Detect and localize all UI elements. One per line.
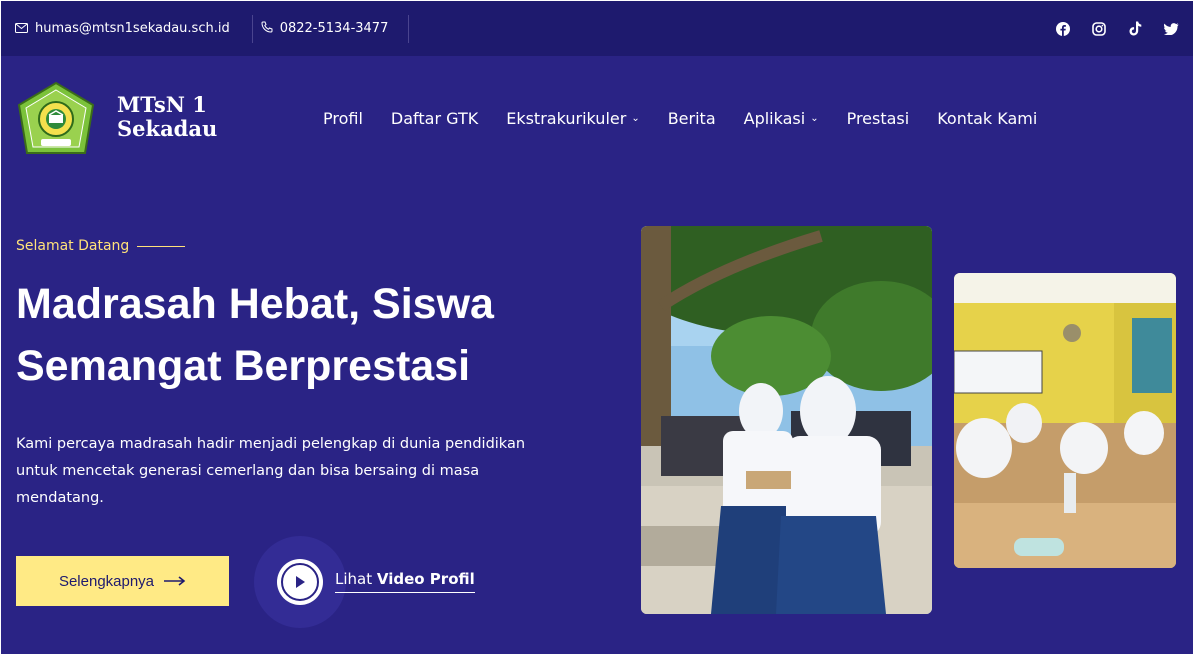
nav-label: Kontak Kami	[937, 109, 1038, 128]
email-text: humas@mtsn1sekadau.sch.id	[35, 21, 230, 36]
play-button-circle	[277, 559, 323, 605]
nav-prestasi[interactable]: Prestasi	[847, 109, 910, 128]
phone-contact[interactable]: 0822-5134-3477	[251, 14, 410, 43]
school-logo[interactable]	[15, 81, 97, 161]
chevron-down-icon: ⌄	[631, 113, 640, 124]
mail-icon	[15, 22, 28, 36]
nav-label: Ekstrakurikuler	[506, 109, 627, 128]
chevron-down-icon: ⌄	[810, 113, 819, 124]
play-video-button[interactable]	[254, 536, 346, 628]
brand-line-1: MTsN 1	[117, 92, 207, 117]
brand-line-2: Sekadau	[117, 116, 218, 141]
hero-title: Madrasah Hebat, Siswa Semangat Berpresta…	[16, 273, 596, 397]
eyebrow-line	[137, 245, 186, 247]
hero-description-line-1: Kami percaya madrasah hadir menjadi pele…	[16, 436, 526, 452]
nav-ekstrakurikuler[interactable]: Ekstrakurikuler ⌄	[506, 109, 639, 128]
hero-eyebrow: Selamat Datang	[16, 238, 186, 254]
email-contact[interactable]: humas@mtsn1sekadau.sch.id	[1, 1, 252, 56]
facebook-icon[interactable]	[1055, 21, 1071, 37]
eyebrow-text: Selamat Datang	[16, 238, 130, 254]
hero-title-line-1: Madrasah Hebat, Siswa	[16, 280, 494, 328]
main-nav: Profil Daftar GTK Ekstrakurikuler ⌄ Berit…	[323, 109, 1037, 128]
hero-description-line-3: mendatang.	[16, 490, 104, 506]
hero-photo-classroom	[954, 273, 1176, 568]
phone-icon	[261, 21, 273, 36]
hero-photo-students-outdoor	[641, 226, 932, 614]
video-profil-link[interactable]: Lihat Video Profil	[335, 570, 475, 593]
nav-label: Aplikasi	[743, 109, 806, 128]
nav-label: Prestasi	[846, 109, 910, 128]
hero-description-line-2: untuk mencetak generasi cemerlang dan bi…	[16, 463, 480, 479]
page: humas@mtsn1sekadau.sch.id 0822-5134-3477	[1, 1, 1193, 654]
video-link-prefix: Lihat	[335, 570, 377, 588]
instagram-icon[interactable]	[1091, 21, 1107, 37]
social-links	[1055, 1, 1179, 56]
phone-text: 0822-5134-3477	[279, 21, 389, 36]
arrow-right-icon	[164, 573, 186, 590]
hero-description: Kami percaya madrasah hadir menjadi pele…	[16, 431, 576, 512]
tiktok-icon[interactable]	[1127, 21, 1143, 37]
selengkapnya-button[interactable]: Selengkapnya	[16, 556, 229, 606]
top-bar: humas@mtsn1sekadau.sch.id 0822-5134-3477	[1, 1, 1193, 56]
nav-aplikasi[interactable]: Aplikasi ⌄	[744, 109, 819, 128]
nav-label: Profil	[323, 109, 363, 128]
nav-berita[interactable]: Berita	[668, 109, 716, 128]
play-icon	[281, 563, 319, 601]
brand-name[interactable]: MTsN 1 Sekadau	[117, 93, 217, 141]
button-label: Selengkapnya	[58, 572, 155, 590]
nav-daftar-gtk[interactable]: Daftar GTK	[391, 109, 478, 128]
nav-profil[interactable]: Profil	[323, 109, 363, 128]
hero-title-line-2: Semangat Berprestasi	[16, 342, 471, 390]
nav-kontak-kami[interactable]: Kontak Kami	[937, 109, 1037, 128]
nav-label: Berita	[667, 109, 716, 128]
video-link-label: Video Profil	[376, 570, 475, 588]
nav-label: Daftar GTK	[390, 109, 479, 128]
twitter-icon[interactable]	[1163, 21, 1179, 37]
